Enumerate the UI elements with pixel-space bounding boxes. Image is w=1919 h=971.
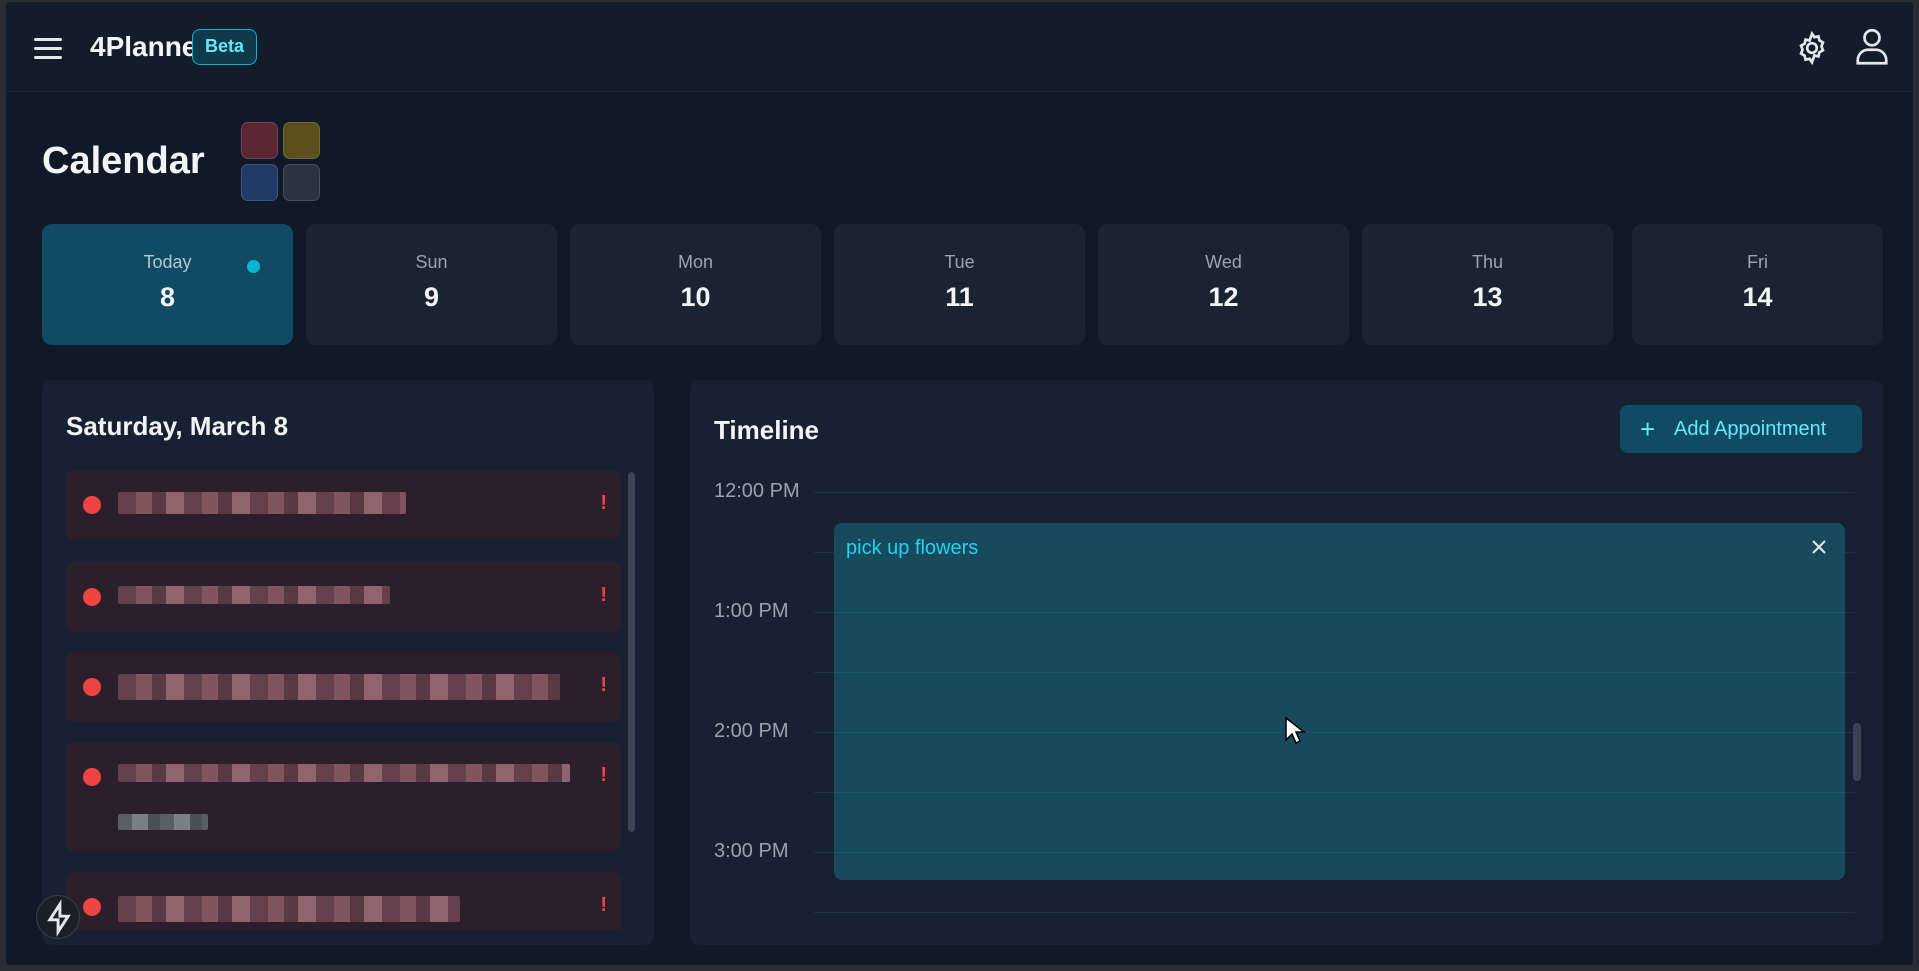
priority-icon: !	[600, 492, 607, 514]
swatch-blue[interactable]	[241, 164, 278, 201]
priority-icon: !	[600, 584, 607, 606]
priority-icon: !	[600, 764, 607, 786]
day-number: 8	[159, 282, 176, 312]
redacted-task-text	[118, 896, 460, 922]
priority-dot	[83, 768, 101, 786]
day-name: Sun	[415, 252, 448, 272]
day-number: 14	[1742, 282, 1773, 312]
hour-line	[814, 492, 1855, 493]
priority-dot	[83, 588, 101, 606]
swatch-yellow[interactable]	[283, 122, 320, 159]
app-title: 4Planner	[90, 31, 209, 62]
task-list: ! ! ! ! !	[66, 470, 621, 930]
swatch-red[interactable]	[241, 122, 278, 159]
grid-line	[834, 852, 1845, 853]
timeline-title: Timeline	[714, 415, 820, 445]
lightning-icon[interactable]	[36, 895, 80, 939]
day-mon[interactable]: Mon 10	[570, 224, 821, 345]
close-icon[interactable]	[1807, 535, 1831, 559]
appointment-block[interactable]: pick up flowers	[834, 523, 1845, 880]
grid-line	[834, 672, 1845, 673]
day-name: Thu	[1471, 252, 1504, 272]
day-name: Wed	[1205, 252, 1242, 272]
selected-date-title: Saturday, March 8	[66, 411, 289, 441]
day-fri[interactable]: Fri 14	[1632, 224, 1883, 345]
task-item[interactable]: !	[66, 470, 621, 540]
day-today[interactable]: Today 8	[42, 224, 293, 345]
day-number: 13	[1472, 282, 1503, 312]
priority-dot	[83, 678, 101, 696]
half-hour-line	[814, 912, 1855, 913]
plus-icon: +	[1640, 414, 1656, 444]
redacted-task-text	[118, 492, 406, 514]
week-strip: Today 8 Sun 9 Mon 10 Tue 11 Wed 12 Thu 1…	[42, 224, 1883, 345]
task-item[interactable]: !	[66, 742, 621, 852]
mouse-cursor-icon	[1285, 716, 1306, 745]
swatch-gray[interactable]	[283, 164, 320, 201]
redacted-task-text	[118, 764, 570, 782]
time-label: 1:00 PM	[714, 600, 789, 622]
timeline-panel: Timeline + Add Appointment 12:00 PM 1:00…	[690, 380, 1883, 945]
priority-dot	[83, 898, 101, 916]
task-item[interactable]: !	[66, 872, 621, 930]
user-icon[interactable]	[1854, 26, 1890, 66]
priority-dot	[83, 496, 101, 514]
task-list-scrollbar[interactable]	[628, 472, 635, 832]
app-window: 4Planner Beta Calendar Today 8 Sun 9 Mon…	[6, 2, 1913, 965]
add-appointment-button[interactable]: + Add Appointment	[1620, 405, 1862, 453]
day-number: 11	[945, 282, 974, 312]
time-label: 12:00 PM	[714, 480, 800, 502]
gear-icon[interactable]	[1794, 30, 1830, 66]
redacted-task-text	[118, 586, 390, 604]
today-indicator	[247, 260, 260, 273]
menu-icon[interactable]	[34, 38, 62, 60]
time-label: 3:00 PM	[714, 840, 789, 862]
day-tue[interactable]: Tue 11	[834, 224, 1085, 345]
timeline-scrollbar[interactable]	[1853, 723, 1861, 781]
priority-icon: !	[600, 674, 607, 696]
day-thu[interactable]: Thu 13	[1362, 224, 1613, 345]
beta-badge: Beta	[192, 29, 258, 65]
add-appointment-label: Add Appointment	[1674, 418, 1827, 440]
appointment-title: pick up flowers	[846, 537, 979, 559]
day-number: 9	[423, 282, 440, 312]
day-name: Fri	[1747, 252, 1768, 272]
time-label: 2:00 PM	[714, 720, 789, 742]
task-item[interactable]: !	[66, 652, 621, 722]
top-bar: 4Planner Beta	[6, 2, 1913, 92]
day-sun[interactable]: Sun 9	[306, 224, 557, 345]
redacted-task-text	[118, 674, 560, 700]
day-name: Mon	[677, 252, 713, 272]
priority-icon: !	[600, 894, 607, 916]
page-title: Calendar	[42, 140, 205, 182]
redacted-task-meta	[118, 814, 208, 830]
day-number: 10	[680, 282, 711, 312]
grid-line	[834, 792, 1845, 793]
task-item[interactable]: !	[66, 562, 621, 632]
color-filter-swatches	[241, 122, 323, 204]
grid-line	[834, 732, 1845, 733]
day-wed[interactable]: Wed 12	[1098, 224, 1349, 345]
day-name: Tue	[944, 252, 975, 272]
grid-line	[834, 612, 1845, 613]
day-tasks-panel: Saturday, March 8 ! ! ! ! !	[42, 380, 654, 945]
day-number: 12	[1208, 282, 1239, 312]
